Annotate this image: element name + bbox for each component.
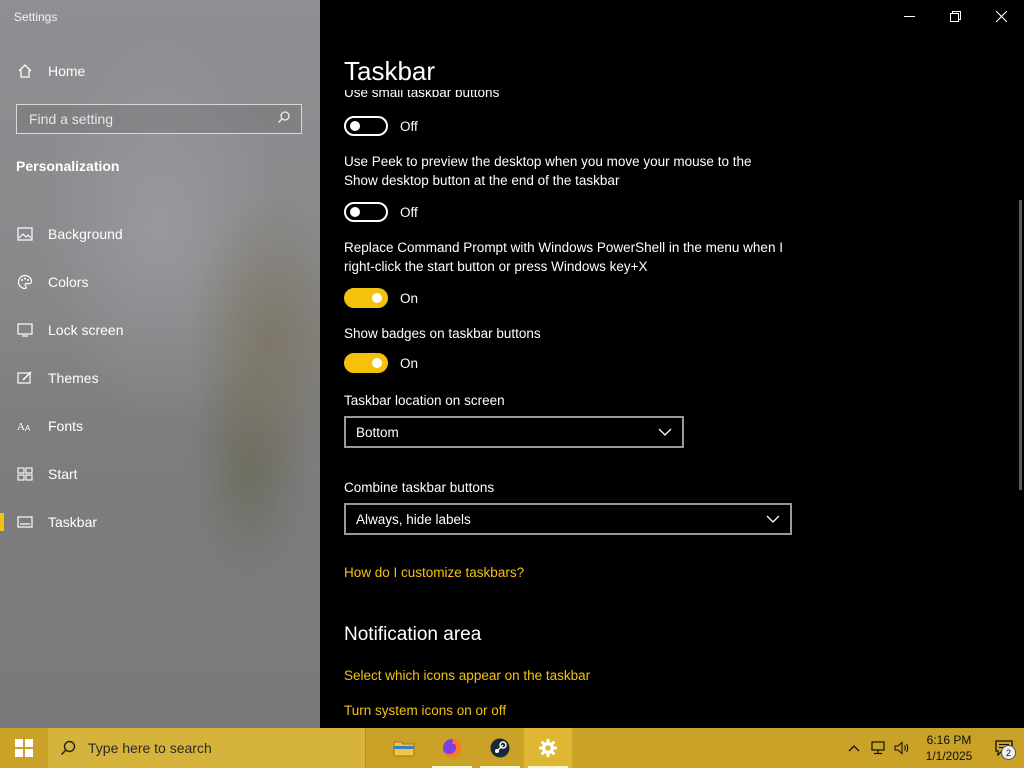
brush-icon	[16, 369, 34, 387]
settings-search-input[interactable]	[27, 110, 271, 128]
settings-search-box[interactable]	[16, 104, 302, 134]
svg-text:A: A	[17, 421, 25, 433]
speaker-icon	[894, 741, 909, 755]
window-title: Settings	[14, 10, 58, 24]
font-icon: AA	[16, 417, 34, 435]
monitor-lock-icon	[16, 321, 34, 339]
volume-button[interactable]	[890, 728, 914, 768]
show-hidden-icons-button[interactable]	[842, 728, 866, 768]
taskbar-location-dropdown[interactable]: Bottom	[344, 416, 684, 448]
image-icon	[16, 225, 34, 243]
close-icon	[995, 10, 1007, 22]
sidebar-item-label: Background	[48, 226, 123, 242]
scrollbar[interactable]	[1019, 200, 1022, 490]
sidebar-item-label: Lock screen	[48, 322, 124, 338]
help-link[interactable]: How do I customize taskbars?	[344, 565, 784, 580]
sidebar-item-lock-screen[interactable]: Lock screen	[0, 306, 320, 354]
setting-badges: On	[344, 347, 784, 379]
windows-logo-icon	[15, 739, 33, 757]
taskbar-search-input[interactable]	[86, 739, 350, 757]
sidebar: Settings Home Personalization Background…	[0, 0, 320, 728]
close-button[interactable]	[978, 0, 1024, 32]
notification-area-heading: Notification area	[344, 624, 482, 645]
sidebar-item-colors[interactable]: Colors	[0, 258, 320, 306]
chevron-down-icon	[658, 428, 672, 436]
toggle-state: Off	[400, 204, 418, 220]
setting-peek: Off	[344, 196, 784, 228]
palette-icon	[16, 273, 34, 291]
chevron-down-icon	[766, 515, 780, 523]
peek-toggle[interactable]	[344, 202, 388, 222]
small-buttons-toggle[interactable]	[344, 116, 388, 136]
setting-label-badges: Show badges on taskbar buttons	[344, 326, 541, 341]
sidebar-item-start[interactable]: Start	[0, 450, 320, 498]
sidebar-nav: Background Colors Lock screen Themes AA …	[0, 210, 320, 546]
minimize-icon	[903, 15, 915, 17]
dropdown-value: Always, hide labels	[356, 511, 471, 527]
system-icons-link[interactable]: Turn system icons on or off	[344, 703, 784, 718]
restore-icon	[949, 10, 961, 22]
setting-label-small-buttons: Use small taskbar buttons	[344, 90, 500, 100]
taskbar-search[interactable]	[48, 728, 366, 768]
home-label: Home	[48, 63, 86, 79]
sidebar-item-label: Taskbar	[48, 514, 98, 530]
combine-buttons-dropdown[interactable]: Always, hide labels	[344, 503, 792, 535]
home-icon	[16, 62, 34, 80]
settings-gear-icon	[539, 739, 557, 757]
network-icon	[871, 741, 885, 755]
system-tray: 6:16 PM 1/1/2025 2	[842, 728, 1024, 768]
toggle-state: Off	[400, 118, 418, 134]
steam-icon	[490, 738, 510, 758]
minimize-button[interactable]	[886, 0, 932, 32]
window-controls	[886, 0, 1024, 32]
file-explorer-button[interactable]	[380, 728, 428, 768]
sidebar-item-fonts[interactable]: AA Fonts	[0, 402, 320, 450]
home-nav-item[interactable]: Home	[16, 62, 85, 80]
steam-button[interactable]	[476, 728, 524, 768]
clock[interactable]: 6:16 PM 1/1/2025	[914, 732, 984, 764]
settings-list: Use small taskbar buttons Off Use Peek t…	[344, 90, 792, 718]
sidebar-item-themes[interactable]: Themes	[0, 354, 320, 402]
chevron-up-icon	[848, 745, 860, 752]
svg-text:A: A	[25, 424, 31, 433]
firefox-button[interactable]	[428, 728, 476, 768]
file-explorer-icon	[393, 741, 415, 757]
sidebar-item-taskbar[interactable]: Taskbar	[0, 498, 320, 546]
settings-app-button[interactable]	[524, 728, 572, 768]
sidebar-item-label: Start	[48, 466, 78, 482]
badges-toggle[interactable]	[344, 353, 388, 373]
main-content: Taskbar Use small taskbar buttons Off Us…	[320, 0, 1024, 728]
page-title: Taskbar	[344, 56, 436, 86]
start-button[interactable]	[0, 728, 48, 768]
taskbar-icon	[16, 513, 34, 531]
setting-label-powershell: Replace Command Prompt with Windows Powe…	[344, 240, 783, 274]
setting-label-location: Taskbar location on screen	[344, 393, 505, 408]
network-button[interactable]	[866, 728, 890, 768]
powershell-toggle[interactable]	[344, 288, 388, 308]
search-icon[interactable]	[277, 110, 291, 129]
start-grid-icon	[16, 465, 34, 483]
sidebar-item-label: Colors	[48, 274, 89, 290]
dropdown-value: Bottom	[356, 424, 399, 440]
setting-label-combine: Combine taskbar buttons	[344, 480, 495, 495]
section-title: Personalization	[16, 158, 120, 174]
setting-label-peek: Use Peek to preview the desktop when you…	[344, 154, 752, 188]
search-icon	[61, 740, 76, 755]
clock-date: 1/1/2025	[925, 749, 973, 763]
notification-count-badge: 2	[1001, 745, 1016, 760]
toggle-state: On	[400, 290, 419, 306]
taskbar-apps	[380, 728, 572, 768]
select-icons-link[interactable]: Select which icons appear on the taskbar	[344, 668, 784, 683]
sidebar-item-label: Fonts	[48, 418, 84, 434]
sidebar-item-label: Themes	[48, 370, 99, 386]
toggle-state: On	[400, 355, 419, 371]
firefox-icon	[443, 738, 462, 757]
sidebar-item-background[interactable]: Background	[0, 210, 320, 258]
action-center-button[interactable]: 2	[984, 728, 1024, 768]
windows-taskbar: 6:16 PM 1/1/2025 2	[0, 728, 1024, 768]
clock-time: 6:16 PM	[926, 733, 972, 747]
setting-small-buttons: Off	[344, 110, 784, 142]
setting-powershell: On	[344, 282, 784, 314]
restore-button[interactable]	[932, 0, 978, 32]
